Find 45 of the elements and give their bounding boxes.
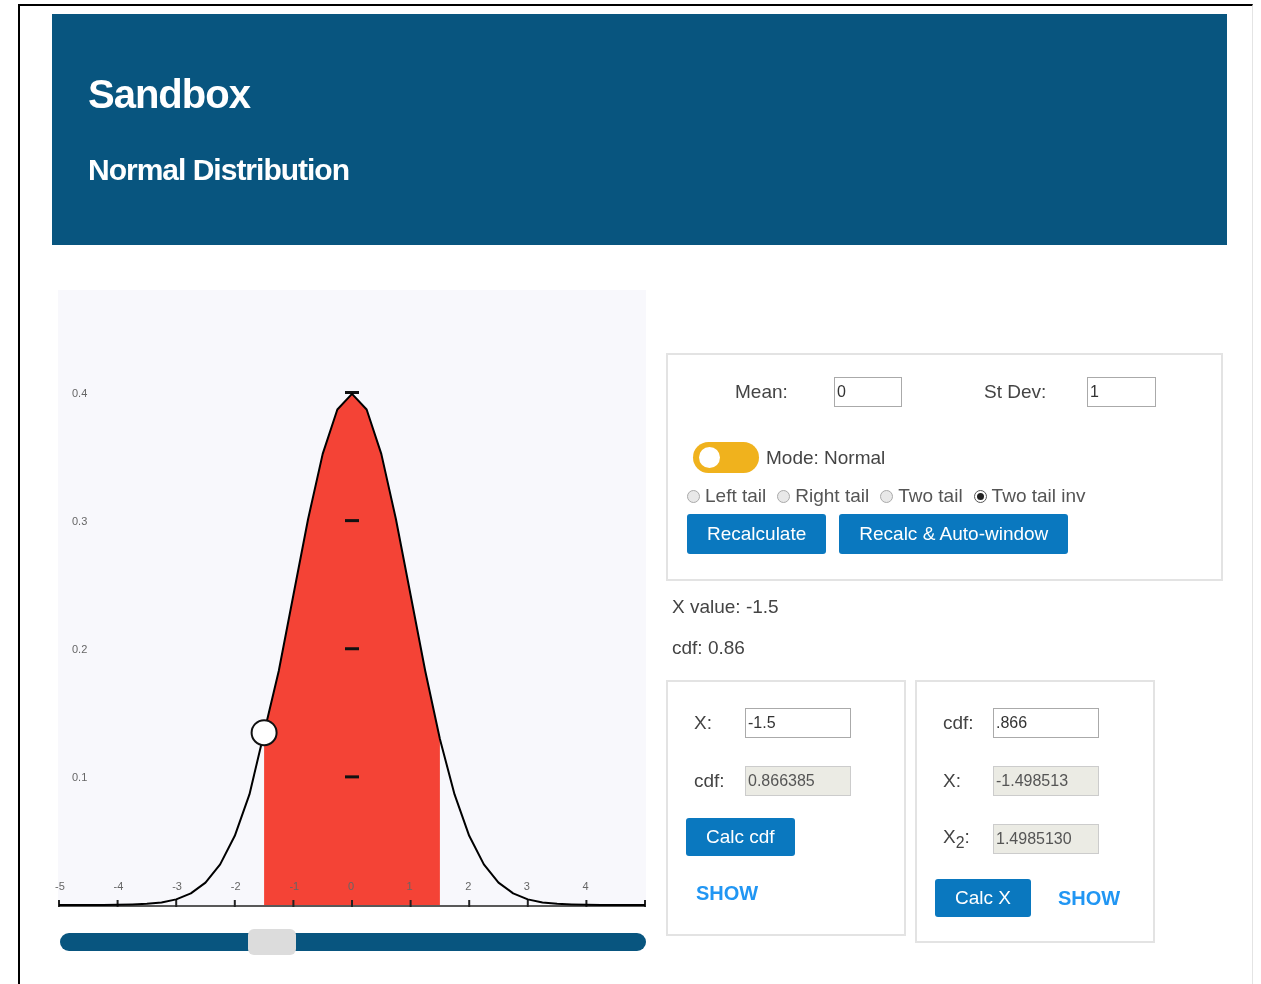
input-field[interactable]: 0 bbox=[834, 377, 902, 407]
field-label: X$_{2}$: bbox=[943, 826, 971, 852]
radio-option[interactable]: Two tail inv bbox=[973, 485, 1086, 507]
page-title: Sandbox bbox=[88, 72, 252, 117]
tick-label: -5 bbox=[55, 880, 65, 892]
field-label: X: bbox=[694, 712, 713, 734]
tick-label: -3 bbox=[172, 880, 182, 892]
tick-label: 0.2 bbox=[72, 642, 88, 655]
radio-option[interactable]: Two tail bbox=[880, 485, 963, 507]
auto-window-button[interactable]: Recalc & Auto-window bbox=[839, 514, 1069, 554]
tick-label: 1 bbox=[406, 880, 413, 892]
input-field[interactable]: 1 bbox=[1087, 377, 1156, 407]
tick-mark bbox=[345, 647, 359, 651]
calc-x-button[interactable]: Calc X bbox=[935, 879, 1031, 917]
input-field[interactable]: .866 bbox=[993, 708, 1099, 738]
tick-mark bbox=[345, 775, 359, 779]
tick-mark bbox=[345, 519, 359, 523]
radio-option[interactable]: Left tail bbox=[687, 485, 767, 507]
calc-cdf-button[interactable]: Calc cdf bbox=[686, 818, 795, 856]
page-subtitle: Normal Distribution bbox=[88, 153, 350, 187]
tick-label: 0 bbox=[348, 880, 355, 892]
result-text: X value: -1.5 bbox=[672, 595, 780, 619]
tick-label: 0.4 bbox=[72, 386, 88, 399]
mode-label: Mode: Normal bbox=[766, 446, 886, 469]
drag-handle[interactable] bbox=[250, 719, 278, 747]
tick-label: 0.3 bbox=[72, 514, 88, 527]
tick-label: 0.1 bbox=[72, 770, 88, 783]
tick-label: -1 bbox=[289, 880, 300, 892]
recalculate-button[interactable]: Recalculate bbox=[687, 514, 827, 554]
field-label: X: bbox=[943, 770, 962, 792]
tick-label: -2 bbox=[230, 880, 241, 892]
tick-label: 2 bbox=[465, 880, 472, 892]
tick-label: 4 bbox=[582, 880, 589, 892]
input-field[interactable]: -1.5 bbox=[745, 708, 851, 738]
field-label: cdf: bbox=[694, 770, 726, 792]
tick-label: 3 bbox=[523, 880, 530, 892]
result-text: cdf: 0.86 bbox=[672, 636, 746, 660]
toggle-switch[interactable] bbox=[693, 442, 759, 473]
tick-label: -4 bbox=[113, 880, 124, 892]
slider-thumb[interactable] bbox=[248, 929, 297, 955]
field-label: St Dev: bbox=[984, 381, 1048, 403]
field-label: cdf: bbox=[943, 712, 975, 734]
tick-mark bbox=[345, 391, 359, 394]
field-label: Mean: bbox=[735, 381, 789, 403]
radio-option[interactable]: Right tail bbox=[777, 485, 870, 507]
